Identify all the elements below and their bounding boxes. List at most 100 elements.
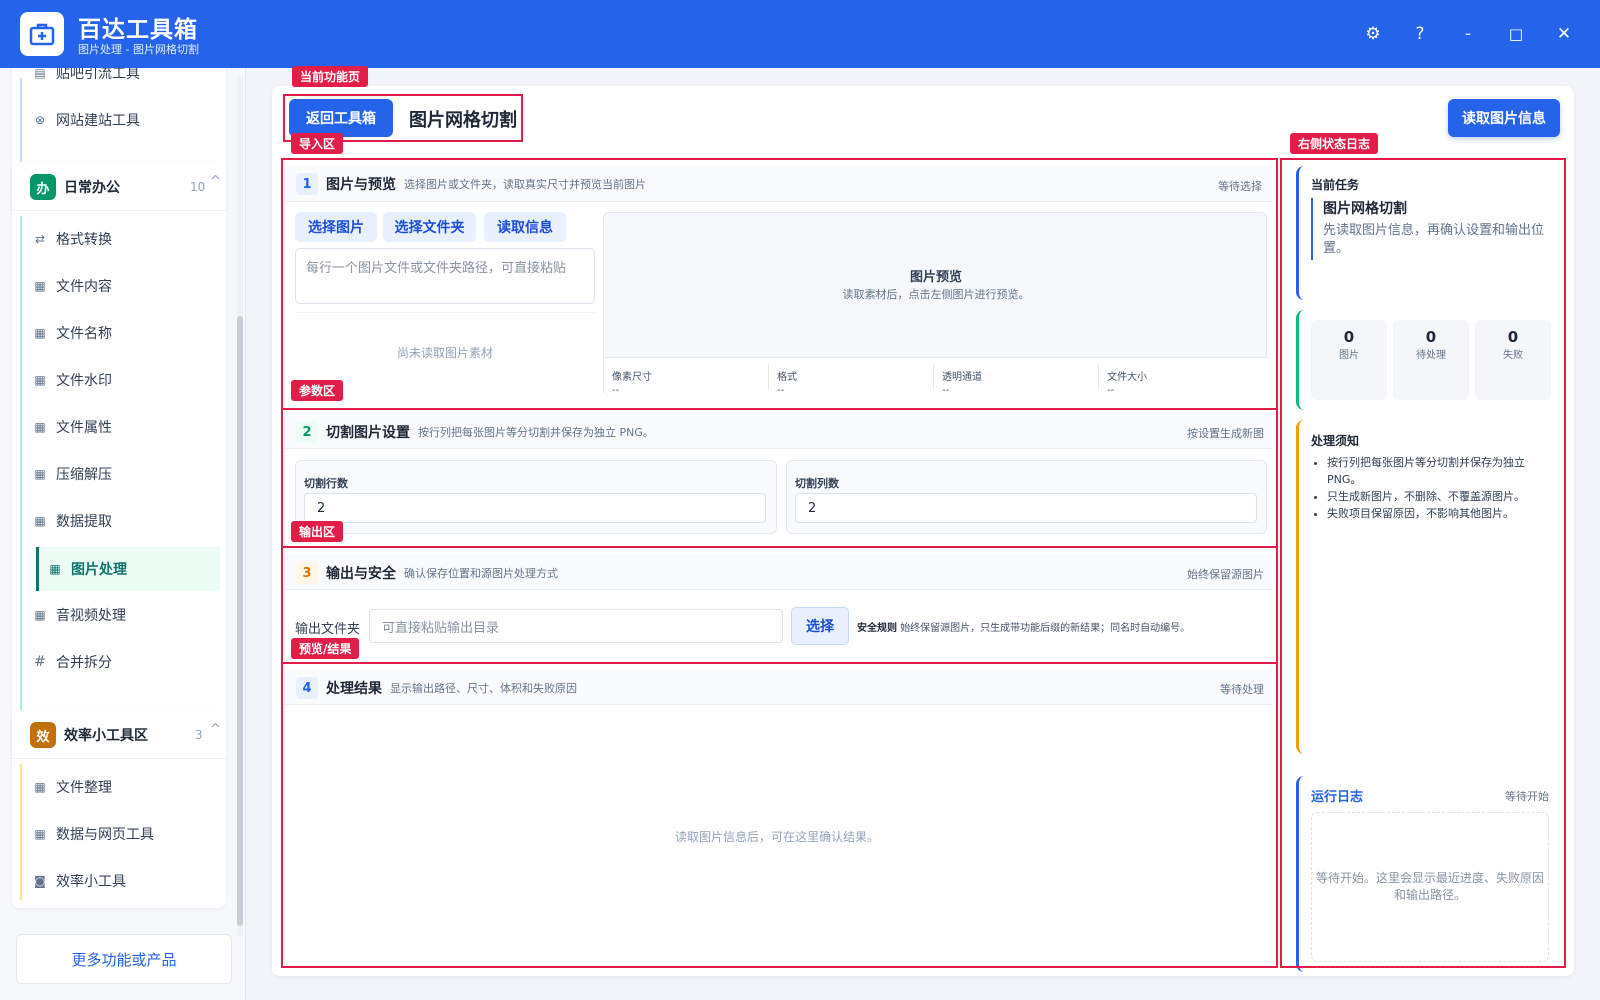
info-alpha: 透明通道 -- <box>942 372 982 396</box>
sidebar-item-media[interactable]: ▦ 音视频处理 <box>24 594 216 636</box>
sidebar-item-website[interactable]: ⊗ 网站建站工具 <box>24 99 216 141</box>
section-title: 切割图片设置 <box>326 425 410 441</box>
task-desc: 先读取图片信息，再确认设置和输出位置。 <box>1323 223 1545 256</box>
sidebar-item-label: 数据提取 <box>56 514 112 530</box>
output-folder-input[interactable]: 可直接粘贴输出目录 <box>369 609 783 643</box>
sidebar-item-label: 图片处理 <box>71 562 127 578</box>
read-image-info-button[interactable]: 读取图片信息 <box>1448 99 1560 137</box>
select-folder-button[interactable]: 选择文件夹 <box>383 212 476 242</box>
app-logo-icon <box>20 12 64 56</box>
cols-input[interactable]: 2 <box>795 493 1257 523</box>
grid-icon: ▦ <box>34 467 46 481</box>
section-status: 等待处理 <box>1220 683 1264 696</box>
sidebar-item-extract[interactable]: ▦ 数据提取 <box>24 500 216 542</box>
sidebar-scrollbar[interactable] <box>237 76 243 936</box>
close-button[interactable]: ✕ <box>1550 20 1578 48</box>
app-title: 百达工具箱 <box>78 17 198 43</box>
title-bar: 百达工具箱 图片处理 - 图片网格切割 ⚙ ? - □ ✕ <box>0 0 1600 68</box>
section-number: 1 <box>296 173 318 195</box>
current-task-card: 当前任务 图片网格切割 先读取图片信息，再确认设置和输出位置。 <box>1296 166 1560 300</box>
note-item: 按行列把每张图片等分切割并保存为独立 PNG。 <box>1327 454 1547 488</box>
sidebar-item-format[interactable]: ⇄ 格式转换 <box>24 218 216 260</box>
notes-title: 处理须知 <box>1311 434 1360 448</box>
log-status: 等待开始 <box>1505 790 1549 803</box>
toolbox-icon: ◙ <box>34 874 46 888</box>
rows-input[interactable]: 2 <box>304 493 766 523</box>
sidebar-item-merge[interactable]: # 合并拆分 <box>24 641 216 683</box>
info-file-size: 文件大小 -- <box>1107 372 1147 396</box>
settings-icon[interactable]: ⚙ <box>1359 20 1387 48</box>
sidebar-item-label: 文件名称 <box>56 326 112 342</box>
preview-hint: 读取素材后，点击左侧图片进行预览。 <box>842 288 1030 301</box>
choose-folder-button[interactable]: 选择 <box>791 607 849 645</box>
sidebar-item-image[interactable]: ▦ 图片处理 <box>36 547 220 591</box>
annotation-tag-output: 输出区 <box>291 521 344 542</box>
section-desc: 确认保存位置和源图片处理方式 <box>404 567 558 580</box>
preview-panel[interactable]: 图片预览 读取素材后，点击左侧图片进行预览。 像素尺寸 -- 格式 -- 透明通道 -… <box>603 212 1268 396</box>
grid-icon: ▦ <box>34 514 46 528</box>
minimize-button[interactable]: - <box>1454 20 1482 48</box>
chevron-up-icon[interactable]: ^ <box>210 174 221 189</box>
maximize-button[interactable]: □ <box>1502 20 1530 48</box>
grid-icon: ▦ <box>34 780 46 794</box>
info-format: 格式 -- <box>777 372 797 396</box>
section-title: 处理结果 <box>326 681 382 697</box>
section-number: 3 <box>296 562 318 584</box>
grid-icon: ▦ <box>34 279 46 293</box>
path-textarea[interactable]: 每行一个图片文件或文件夹路径，可直接粘贴 <box>295 248 595 304</box>
section-desc: 选择图片或文件夹，读取真实尺寸并预览当前图片 <box>404 178 646 191</box>
section4-heading: 4 处理结果 显示输出路径、尺寸、体积和失败原因 <box>296 677 577 699</box>
select-image-button[interactable]: 选择图片 <box>295 212 377 242</box>
sidebar-item-label: 压缩解压 <box>56 467 112 483</box>
output-folder-label: 输出文件夹 <box>295 622 361 637</box>
read-info-button[interactable]: 读取信息 <box>484 212 566 242</box>
page-title: 图片网格切割 <box>409 110 517 131</box>
task-title: 图片网格切割 <box>1323 201 1407 217</box>
sidebar-item-label: 文件水印 <box>56 373 112 389</box>
preview-title: 图片预览 <box>909 270 962 285</box>
stats-card: 0 图片 0 待处理 0 失败 <box>1296 310 1560 410</box>
chevron-up-icon[interactable]: ^ <box>210 722 221 737</box>
log-output[interactable]: 等待开始。这里会显示最近进度、失败原因和输出路径。 <box>1311 812 1549 962</box>
sidebar-item-watermark[interactable]: ▦ 文件水印 <box>24 359 216 401</box>
group-header-office[interactable]: 办 日常办公 <box>30 174 120 200</box>
image-info-bar: 像素尺寸 -- 格式 -- 透明通道 -- 文件大小 -- <box>604 357 1268 396</box>
grid-icon: ▦ <box>49 562 61 576</box>
group-title: 日常办公 <box>64 180 120 196</box>
result-empty-text: 读取图片信息后，可在这里确认结果。 <box>674 830 879 844</box>
sidebar-item-small-tools[interactable]: ◙ 效率小工具 <box>24 860 216 902</box>
annotation-tag-import: 导入区 <box>291 133 344 154</box>
annotation-tag-preview-result: 预览/结果 <box>291 638 360 659</box>
hash-icon: # <box>34 654 46 670</box>
sidebar-item-label: 合并拆分 <box>56 655 112 671</box>
sidebar-item-organize[interactable]: ▦ 文件整理 <box>24 766 216 808</box>
note-item: 失败项目保留原因，不影响其他图片。 <box>1327 505 1547 522</box>
run-log-card: 运行日志 等待开始 等待开始。这里会显示最近进度、失败原因和输出路径。 <box>1296 776 1560 972</box>
sidebar-item-content[interactable]: ▦ 文件内容 <box>24 265 216 307</box>
sidebar-item-label: 文件整理 <box>56 780 112 796</box>
sidebar-item-label: 音视频处理 <box>56 608 126 624</box>
globe-icon: ⊗ <box>34 113 46 127</box>
sidebar-item-attributes[interactable]: ▦ 文件属性 <box>24 406 216 448</box>
scrollbar-thumb[interactable] <box>237 316 243 926</box>
task-label: 当前任务 <box>1311 178 1360 192</box>
sidebar-item-label: 文件属性 <box>56 420 112 436</box>
back-button[interactable]: 返回工具箱 <box>289 99 393 137</box>
sidebar-item-label: 文件内容 <box>56 279 112 295</box>
empty-material-text: 尚未读取图片素材 <box>396 346 493 360</box>
section-number: 2 <box>296 421 318 443</box>
more-products-button[interactable]: 更多功能或产品 <box>16 934 232 984</box>
help-icon[interactable]: ? <box>1406 20 1434 48</box>
notes-list: 按行列把每张图片等分切割并保存为独立 PNG。 只生成新图片，不删除、不覆盖源图… <box>1327 454 1547 522</box>
sidebar-item-data-web[interactable]: ▦ 数据与网页工具 <box>24 813 216 855</box>
grid-icon: ▦ <box>34 827 46 841</box>
sidebar-item-filename[interactable]: ▦ 文件名称 <box>24 312 216 354</box>
document-icon: ▤ <box>34 68 46 80</box>
group-header-efficiency[interactable]: 效 效率小工具区 <box>30 722 148 748</box>
swap-icon: ⇄ <box>34 232 46 246</box>
cols-label: 切割列数 <box>795 477 839 490</box>
sidebar-item-tieba[interactable]: ▤ 贴吧引流工具 <box>24 68 216 94</box>
divider <box>295 312 595 313</box>
sidebar-item-compress[interactable]: ▦ 压缩解压 <box>24 453 216 495</box>
section3-heading: 3 输出与安全 确认保存位置和源图片处理方式 <box>296 562 558 584</box>
